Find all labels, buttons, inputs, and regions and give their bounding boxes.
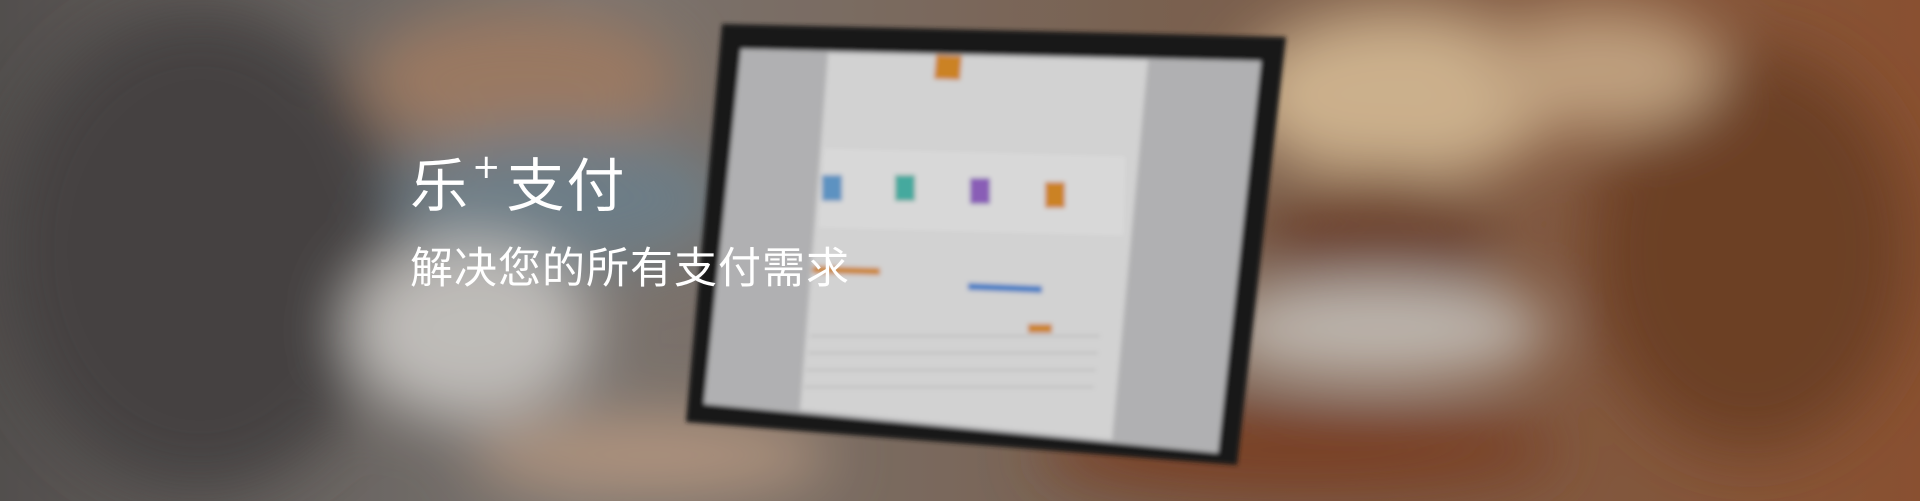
background-photo xyxy=(0,0,1920,501)
hero-banner: 乐+支付 解决您的所有支付需求 xyxy=(410,132,850,297)
brand-title: 乐+支付 xyxy=(410,132,850,221)
hero-subtitle: 解决您的所有支付需求 xyxy=(410,244,850,294)
brand-title-le: 乐 xyxy=(410,152,471,220)
brand-title-plus: + xyxy=(472,147,503,187)
brand-title-pay: 支付 xyxy=(506,152,627,220)
